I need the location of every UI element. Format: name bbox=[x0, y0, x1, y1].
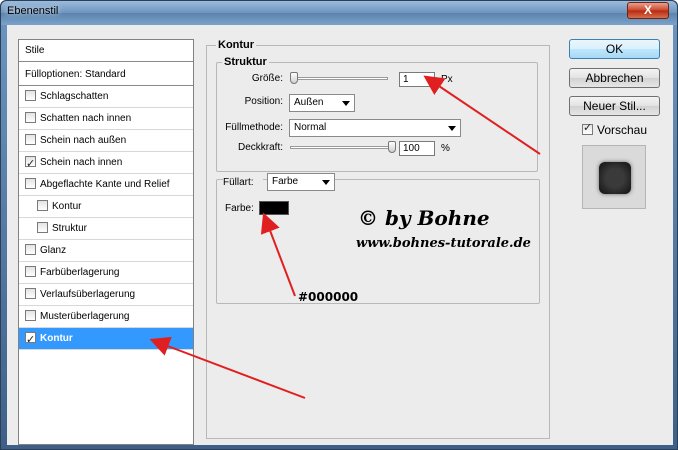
style-item-checkbox[interactable] bbox=[25, 309, 36, 321]
opacity-input[interactable]: 100 bbox=[399, 141, 435, 156]
fill-options-item[interactable]: Fülloptionen: Standard bbox=[19, 64, 193, 86]
blend-mode-value: Normal bbox=[294, 122, 327, 133]
blend-mode-label: Füllmethode: bbox=[225, 122, 283, 133]
size-unit: Px bbox=[441, 74, 453, 85]
style-item-checkbox[interactable] bbox=[25, 153, 36, 175]
style-item-schlagschatten[interactable]: Schlagschatten bbox=[19, 86, 193, 108]
cancel-button[interactable]: Abbrechen bbox=[569, 68, 660, 88]
title-bar[interactable]: Ebenenstil X bbox=[1, 1, 677, 25]
size-input[interactable]: 1 bbox=[399, 72, 435, 87]
style-item-label: Schein nach innen bbox=[40, 157, 123, 168]
style-item-checkbox[interactable] bbox=[25, 89, 36, 101]
style-item-label: Abgeflachte Kante und Relief bbox=[40, 179, 170, 190]
style-item-label: Schatten nach innen bbox=[40, 113, 132, 124]
style-item-label: Schein nach außen bbox=[40, 135, 127, 146]
style-item-label: Kontur bbox=[52, 201, 82, 212]
window-title: Ebenenstil bbox=[7, 5, 59, 17]
style-item-label: Musterüberlagerung bbox=[40, 311, 130, 322]
style-item-verlaufsüberlagerung[interactable]: Verlaufsüberlagerung bbox=[19, 284, 193, 306]
style-item-checkbox[interactable] bbox=[25, 133, 36, 145]
style-item-checkbox[interactable] bbox=[25, 111, 36, 123]
style-item-checkbox[interactable] bbox=[37, 221, 48, 233]
style-item-label: Struktur bbox=[52, 223, 88, 234]
style-item-schatten-nach-innen[interactable]: Schatten nach innen bbox=[19, 108, 193, 130]
size-slider-track[interactable] bbox=[290, 77, 388, 80]
style-item-musterüberlagerung[interactable]: Musterüberlagerung bbox=[19, 306, 193, 328]
style-item-checkbox[interactable] bbox=[25, 243, 36, 255]
opacity-slider-track[interactable] bbox=[290, 146, 396, 149]
new-style-button[interactable]: Neuer Stil... bbox=[569, 96, 660, 116]
dialog-window: Ebenenstil X Stile Fülloptionen: Standar… bbox=[0, 0, 678, 450]
style-item-checkbox[interactable] bbox=[25, 177, 36, 189]
hex-color-annotation: #000000 bbox=[298, 290, 359, 304]
opacity-slider-thumb[interactable] bbox=[388, 141, 396, 153]
color-label: Farbe: bbox=[225, 203, 254, 214]
style-item-schein-nach-innen[interactable]: Schein nach innen bbox=[19, 152, 193, 175]
style-item-label: Schlagschatten bbox=[40, 91, 109, 102]
style-item-checkbox[interactable] bbox=[25, 329, 36, 351]
structure-title: Struktur bbox=[222, 56, 269, 68]
styles-list: Stile Fülloptionen: Standard Schlagschat… bbox=[18, 39, 194, 445]
position-select[interactable]: Außen bbox=[289, 94, 355, 112]
chevron-down-icon bbox=[342, 101, 350, 106]
style-item-kontur-sub[interactable]: Kontur bbox=[19, 196, 193, 218]
style-item-label: Kontur bbox=[40, 333, 73, 344]
position-label: Position: bbox=[244, 96, 283, 107]
chevron-down-icon bbox=[448, 126, 456, 131]
preview-swatch bbox=[599, 162, 631, 194]
style-item-farbüberlagerung[interactable]: Farbüberlagerung bbox=[19, 262, 193, 284]
style-item-kontur[interactable]: Kontur bbox=[19, 328, 193, 351]
style-item-label: Farbüberlagerung bbox=[40, 267, 120, 278]
size-label: Größe: bbox=[251, 73, 283, 84]
copyright-watermark: © by Bohne bbox=[358, 206, 490, 230]
ok-button[interactable]: OK bbox=[569, 39, 660, 59]
position-value: Außen bbox=[294, 97, 324, 108]
style-item-checkbox[interactable] bbox=[25, 265, 36, 277]
style-item-label: Glanz bbox=[40, 245, 67, 256]
fill-type-select[interactable]: Farbe bbox=[267, 173, 335, 191]
style-item-abgeflachte-kante-und-relief[interactable]: Abgeflachte Kante und Relief bbox=[19, 174, 193, 196]
preview-checkbox[interactable] bbox=[582, 121, 593, 136]
opacity-unit: % bbox=[441, 143, 450, 154]
fill-type-value: Farbe bbox=[272, 176, 299, 187]
blend-mode-select[interactable]: Normal bbox=[289, 119, 461, 137]
style-item-schein-nach-außen[interactable]: Schein nach außen bbox=[19, 130, 193, 152]
style-preview bbox=[582, 145, 646, 209]
fill-type-label: Füllart: bbox=[223, 177, 263, 188]
size-slider-thumb[interactable] bbox=[290, 72, 298, 84]
panel-title: Kontur bbox=[216, 39, 257, 51]
styles-header[interactable]: Stile bbox=[19, 40, 193, 62]
website-watermark: www.bohnes-tutorale.de bbox=[356, 236, 531, 251]
chevron-down-icon bbox=[322, 180, 330, 185]
style-item-struktur-sub[interactable]: Struktur bbox=[19, 218, 193, 240]
style-item-glanz[interactable]: Glanz bbox=[19, 240, 193, 262]
style-item-label: Verlaufsüberlagerung bbox=[40, 289, 136, 300]
close-button[interactable]: X bbox=[627, 2, 669, 19]
style-item-checkbox[interactable] bbox=[37, 199, 48, 211]
dialog-client-area: Stile Fülloptionen: Standard Schlagschat… bbox=[7, 25, 673, 445]
opacity-label: Deckkraft: bbox=[237, 142, 283, 153]
preview-checkbox-row[interactable]: Vorschau bbox=[582, 121, 648, 137]
style-item-checkbox[interactable] bbox=[25, 287, 36, 299]
color-swatch[interactable] bbox=[259, 201, 289, 215]
preview-label: Vorschau bbox=[597, 123, 648, 137]
